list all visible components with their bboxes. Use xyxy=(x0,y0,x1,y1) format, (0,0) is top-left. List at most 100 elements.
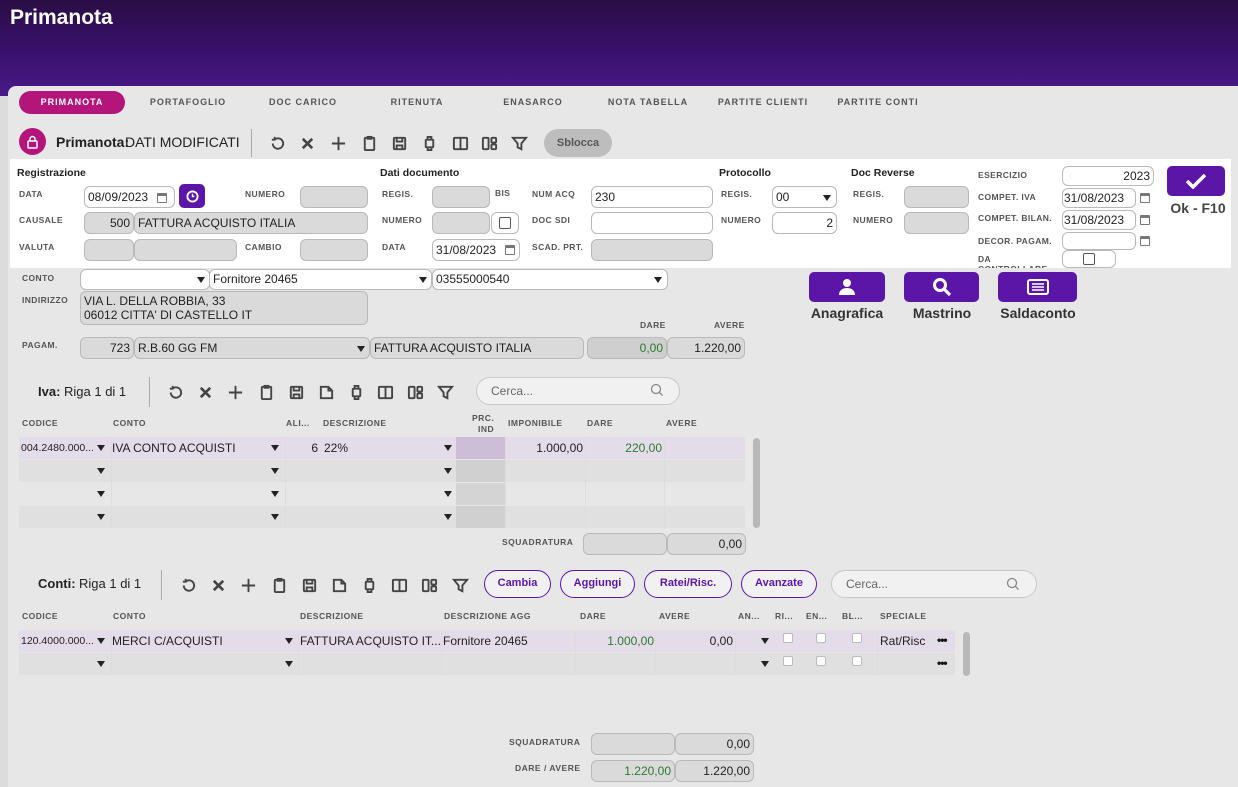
table-row[interactable] xyxy=(19,506,745,528)
add-icon[interactable] xyxy=(329,134,347,152)
chevron-down-icon[interactable] xyxy=(761,661,769,667)
en-checkbox[interactable] xyxy=(816,656,826,666)
en-checkbox[interactable] xyxy=(816,633,826,643)
scad-prt-field[interactable] xyxy=(591,239,713,261)
chevron-down-icon[interactable] xyxy=(97,491,105,497)
iva-col-prc[interactable]: PRC. xyxy=(472,413,494,423)
causale-desc-field[interactable]: FATTURA ACQUISTO ITALIA xyxy=(134,212,368,234)
conti-col-descrizione-agg[interactable]: DESCRIZIONE AGG xyxy=(444,611,531,621)
tab-portafoglio[interactable]: PORTAFOGLIO xyxy=(140,91,236,114)
tab-doc-carico[interactable]: DOC CARICO xyxy=(258,91,348,114)
pagam-desc-select[interactable]: R.B.60 GG FM xyxy=(134,337,370,359)
more-icon[interactable]: ••• xyxy=(937,656,948,670)
doc-sdi-field[interactable] xyxy=(591,212,713,234)
pagam-doc-field[interactable]: FATTURA ACQUISTO ITALIA xyxy=(370,337,584,359)
anagrafica-button[interactable] xyxy=(809,272,885,302)
watch-icon[interactable] xyxy=(420,134,438,152)
undo-icon[interactable] xyxy=(166,383,184,401)
chevron-down-icon[interactable] xyxy=(444,445,452,451)
numero-field[interactable] xyxy=(300,186,368,208)
num-acq-field[interactable]: 230 xyxy=(591,186,713,208)
chevron-down-icon[interactable] xyxy=(97,445,105,451)
watch-icon[interactable] xyxy=(347,383,365,401)
doc-regis-field[interactable] xyxy=(432,186,490,208)
add-icon[interactable] xyxy=(239,576,257,594)
chevron-down-icon[interactable] xyxy=(97,468,105,474)
ok-button[interactable] xyxy=(1167,166,1225,196)
chevron-down-icon[interactable] xyxy=(197,277,205,283)
causale-code-field[interactable]: 500 xyxy=(84,212,134,234)
chevron-down-icon[interactable] xyxy=(444,468,452,474)
chevron-down-icon[interactable] xyxy=(761,638,769,644)
calendar-icon[interactable] xyxy=(1140,236,1150,246)
chevron-down-icon[interactable] xyxy=(271,491,279,497)
rev-regis-field[interactable] xyxy=(904,186,969,208)
conti-col-descrizione[interactable]: DESCRIZIONE xyxy=(300,611,364,621)
ri-checkbox[interactable] xyxy=(783,656,793,666)
saldaconto-button[interactable] xyxy=(998,272,1077,302)
doc-numero-field[interactable] xyxy=(432,212,490,234)
conto-dare-field[interactable]: 0,00 xyxy=(587,337,667,359)
more-icon[interactable]: ••• xyxy=(937,633,948,647)
book-icon[interactable] xyxy=(376,383,394,401)
decor-pagam-field[interactable] xyxy=(1062,232,1136,250)
calendar-icon[interactable] xyxy=(505,245,515,255)
book-icon[interactable] xyxy=(390,576,408,594)
bl-checkbox[interactable] xyxy=(852,633,862,643)
conto-type-select[interactable] xyxy=(80,269,210,290)
pagam-code-field[interactable]: 723 xyxy=(80,337,134,359)
indirizzo-field[interactable]: VIA L. DELLA ROBBIA, 33 06012 CITTA' DI … xyxy=(80,291,368,325)
ri-checkbox[interactable] xyxy=(783,633,793,643)
conto-avere-field[interactable]: 1.220,00 xyxy=(667,337,745,359)
clipboard-icon[interactable] xyxy=(270,576,288,594)
conti-col-ri[interactable]: RI... xyxy=(775,611,793,621)
book-icon[interactable] xyxy=(451,134,469,152)
conti-col-avere[interactable]: AVERE xyxy=(659,611,690,621)
table-row[interactable] xyxy=(19,483,745,505)
chevron-down-icon[interactable] xyxy=(419,277,427,283)
calendar-icon[interactable] xyxy=(1140,215,1150,225)
bis-checkbox[interactable] xyxy=(499,217,511,229)
chevron-down-icon[interactable] xyxy=(271,468,279,474)
chevron-down-icon[interactable] xyxy=(97,661,105,667)
conti-col-an[interactable]: AN... xyxy=(738,611,760,621)
conti-col-speciale[interactable]: SPECIALE xyxy=(880,611,927,621)
close-icon[interactable] xyxy=(209,576,227,594)
layout-icon[interactable] xyxy=(406,383,424,401)
compet-bilan-field[interactable]: 31/08/2023 xyxy=(1062,210,1136,230)
rev-numero-field[interactable] xyxy=(904,212,969,234)
avanzate-button[interactable]: Avanzate xyxy=(741,570,817,598)
tab-ritenuta[interactable]: RITENUTA xyxy=(378,91,456,114)
table-row[interactable]: ••• xyxy=(19,653,955,675)
aggiungi-button[interactable]: Aggiungi xyxy=(560,570,635,598)
save-icon[interactable] xyxy=(287,383,305,401)
filter-icon[interactable] xyxy=(451,576,469,594)
chevron-down-icon[interactable] xyxy=(654,277,662,283)
chevron-down-icon[interactable] xyxy=(271,514,279,520)
chevron-down-icon[interactable] xyxy=(97,514,105,520)
filter-icon[interactable] xyxy=(436,383,454,401)
watch-icon[interactable] xyxy=(360,576,378,594)
chevron-down-icon[interactable] xyxy=(823,195,831,201)
chevron-down-icon[interactable] xyxy=(357,346,365,352)
iva-col-avere[interactable]: AVERE xyxy=(666,418,697,428)
bl-checkbox[interactable] xyxy=(852,656,862,666)
mastrino-button[interactable] xyxy=(904,272,979,302)
iva-col-codice[interactable]: CODICE xyxy=(22,418,58,428)
clipboard-icon[interactable] xyxy=(360,134,378,152)
unlock-button[interactable]: Sblocca xyxy=(544,129,612,157)
chevron-down-icon[interactable] xyxy=(97,638,105,644)
conti-col-en[interactable]: EN... xyxy=(806,611,827,621)
add-icon[interactable] xyxy=(226,383,244,401)
chevron-down-icon[interactable] xyxy=(285,638,293,644)
valuta-desc-field[interactable] xyxy=(134,239,237,261)
valuta-code-field[interactable] xyxy=(84,239,134,261)
conti-col-bl[interactable]: BL... xyxy=(842,611,863,621)
tab-enasarco[interactable]: ENASARCO xyxy=(493,91,573,114)
conti-col-dare[interactable]: DARE xyxy=(580,611,606,621)
layout-icon[interactable] xyxy=(480,134,498,152)
iva-col-conto[interactable]: CONTO xyxy=(113,418,146,428)
da-controllare-checkbox[interactable] xyxy=(1083,253,1095,265)
calendar-icon[interactable] xyxy=(1140,193,1150,203)
piva-select[interactable]: 03555000540 xyxy=(432,269,668,290)
